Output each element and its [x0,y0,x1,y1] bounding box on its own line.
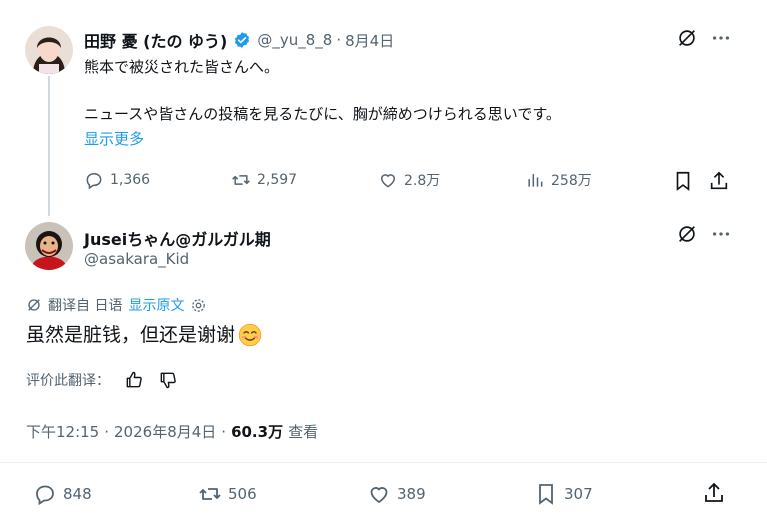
display-name[interactable]: Juseiちゃん@ガルガル期 [84,226,271,250]
more-options-icon[interactable] [710,223,732,249]
separator: · [104,422,110,441]
thumbs-up-icon[interactable] [124,370,144,390]
retweet-icon [232,175,250,185]
like-button[interactable]: 389 [367,482,426,506]
grok-translate-icon [28,299,40,311]
reply-count: 1,366 [110,172,151,188]
reply-icon [36,485,54,506]
share-icon[interactable] [708,170,730,196]
tweet-date[interactable]: 8月4日 [345,30,394,51]
rate-translation-label: 评价此翻译： [26,373,110,389]
avatar-jusei[interactable] [25,222,73,270]
handle[interactable]: @asakara_Kid [84,250,189,268]
divider [0,462,767,463]
grok-icon[interactable] [676,223,698,249]
tweet-text-line1: 熊本で被災された皆さんへ。 [84,58,280,76]
separator: · [336,31,342,49]
thread-line [48,76,50,216]
like-button[interactable]: 2.8万 [378,170,440,190]
show-original-link[interactable]: 显示原文 [128,295,184,315]
heart-icon [370,487,388,504]
smiling-face-emoji-icon [238,323,262,347]
tweet-time[interactable]: 下午12:15 [26,421,99,442]
separator: · [221,422,227,441]
views-label: 查看 [288,423,319,441]
like-count: 2.8万 [404,173,441,189]
retweet-count: 2,597 [257,172,298,188]
reply-button[interactable]: 1,366 [84,170,150,190]
tweet-date[interactable]: 2026年8月4日 [114,421,216,442]
retweet-button[interactable]: 506 [198,482,257,506]
views-count: 258万 [551,173,592,189]
avatar-tano-yu[interactable] [25,26,73,74]
reply-icon [86,173,102,190]
gear-icon[interactable] [190,297,207,314]
tweet-text: 虽然是脏钱，但还是谢谢 [26,324,236,346]
tweet-text-line2: ニュースや皆さんの投稿を見るたびに、胸が締めつけられる思いです。 [84,105,561,123]
views-count: 60.3万 [231,423,284,441]
verified-badge-icon [233,31,251,49]
thumbs-down-icon[interactable] [158,370,178,390]
bookmark-icon[interactable] [672,170,694,196]
bookmark-count: 307 [564,485,593,503]
heart-icon [380,174,396,188]
retweet-button[interactable]: 2,597 [231,170,297,190]
bookmark-icon [539,484,553,505]
translated-from-label: 翻译自 日语 [48,298,123,314]
more-options-icon[interactable] [710,27,732,53]
handle[interactable]: @_yu_8_8 [257,31,332,49]
reply-count: 848 [63,485,92,503]
like-count: 389 [397,485,426,503]
show-more-link[interactable]: 显示更多 [84,129,144,149]
bookmark-button[interactable]: 307 [534,482,593,506]
display-name[interactable]: 田野 憂 (たの ゆう) [84,28,227,52]
grok-icon[interactable] [676,27,698,53]
views-icon [528,174,543,187]
retweet-icon [199,488,221,500]
retweet-count: 506 [228,485,257,503]
reply-button[interactable]: 848 [33,482,92,506]
views-button[interactable]: 258万 [525,170,592,190]
share-icon[interactable] [702,481,726,509]
